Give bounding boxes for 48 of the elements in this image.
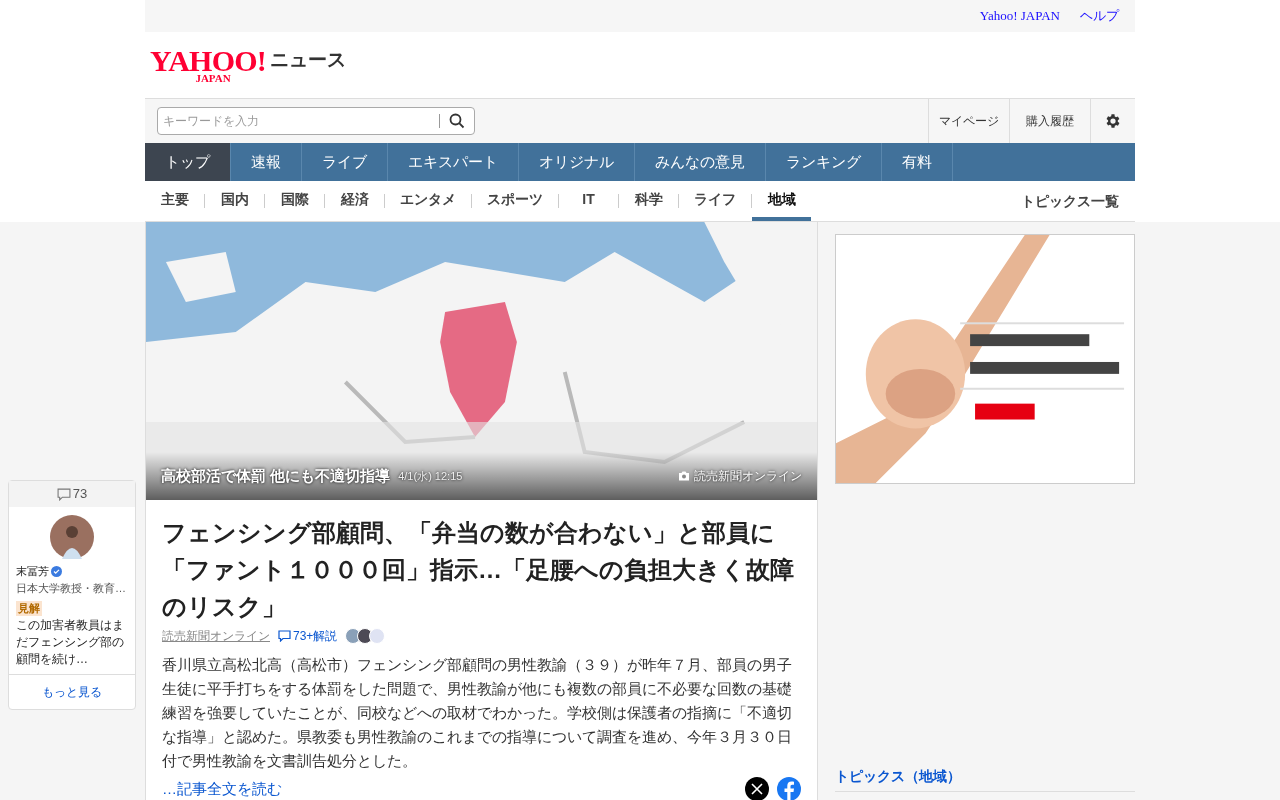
service-name: ニュース	[270, 47, 347, 72]
read-more-link[interactable]: …記事全文を読む	[162, 777, 282, 800]
nav-tab[interactable]: ランキング	[766, 143, 882, 181]
facebook-icon[interactable]	[777, 777, 801, 800]
category-tab[interactable]: 経済	[325, 181, 384, 221]
category-tab[interactable]: 国際	[265, 181, 324, 221]
category-tab[interactable]: ライフ	[679, 181, 751, 221]
more-link[interactable]: もっと見る	[9, 674, 135, 709]
nav-tab[interactable]: 有料	[882, 143, 953, 181]
nav-tab[interactable]: エキスパート	[388, 143, 519, 181]
author-name[interactable]: 末冨芳	[16, 563, 49, 580]
comment-icon	[278, 630, 291, 642]
category-tab[interactable]: 科学	[619, 181, 678, 221]
article-title: フェンシング部顧問、「弁当の数が合わない」と部員に「ファント１０００回」指示…「足腰への負担大きく故障のリスク」	[162, 518, 795, 622]
search-field[interactable]: キーワードを入力	[158, 108, 439, 134]
nav-tab[interactable]: オリジナル	[519, 143, 635, 181]
top-link[interactable]: Yahoo! JAPAN	[979, 6, 1060, 26]
category-tab[interactable]: スポーツ	[472, 181, 558, 221]
image-caption: 高校部活で体罰 他にも不適切指導	[161, 465, 391, 486]
category-tab[interactable]: 主要	[145, 181, 204, 221]
avatar-icon	[369, 628, 386, 644]
nav-tab[interactable]: 速報	[231, 143, 302, 181]
search-box[interactable]: キーワードを入力	[157, 107, 475, 135]
category-tab[interactable]: 国内	[205, 181, 264, 221]
search-icon[interactable]	[449, 113, 465, 129]
nav-tab[interactable]: トップ	[145, 143, 231, 181]
category-tab[interactable]: IT	[559, 181, 618, 221]
x-icon[interactable]	[745, 777, 769, 800]
logo[interactable]: YAHOO! JAPAN	[150, 46, 267, 84]
opinion-tag: 見解	[16, 601, 42, 616]
photo-credit: 読売新聞オンライン	[678, 467, 802, 485]
category-tab[interactable]: エンタメ	[385, 181, 471, 221]
section-heading: トピックス（地域）	[835, 766, 1135, 792]
comment-text: この加害者教員はまだフェンシング部の顧問を続け…	[16, 617, 125, 668]
avatar-icon	[50, 515, 94, 559]
comment-count[interactable]: 73	[9, 481, 135, 507]
author-affiliation: 日本大学教授・教育…	[16, 580, 127, 596]
timestamp: 4/1(水) 12:15	[398, 468, 463, 484]
nav-tab[interactable]: みんなの意見	[635, 143, 766, 181]
topics-link[interactable]: トピックス一覧	[1021, 190, 1135, 212]
comments-link[interactable]: 73+解説	[278, 627, 338, 645]
article-summary: 香川県立高松北高（高松市）フェンシング部顧問の男性教諭（３９）が昨年７月、部員の男子生徒に平手打ちをする体罰をした問題で、男性教諭が他にも複数の部員に不必要な回数の基礎練習を強要していたことが、同校などへの取材でわかった。学校側は保護者の指摘に「不適切な指導」と認めた。県教委も男性教諭のこれまでの指導について調査を進め、今年３月３０日付で男性教諭を文書訓告処分とした。	[162, 655, 793, 771]
camera-icon	[678, 471, 690, 481]
top-link[interactable]: ヘルプ	[1080, 6, 1119, 26]
comment-icon	[56, 487, 71, 501]
source-link[interactable]: 読売新聞オンライン	[162, 627, 270, 645]
nav-tab[interactable]: ライブ	[302, 143, 388, 181]
settings-icon[interactable]	[1104, 112, 1122, 130]
